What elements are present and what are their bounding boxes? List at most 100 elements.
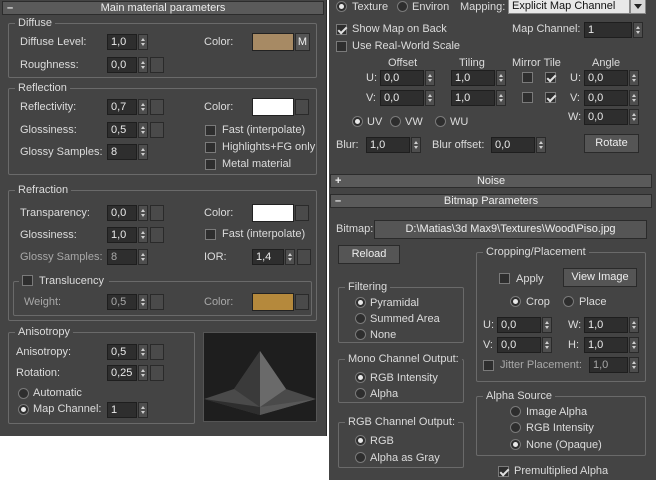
bitmap-path-button[interactable]: D:\Matias\3d Max9\Textures\Wood\Piso.jpg xyxy=(374,220,647,239)
u-tiling-input[interactable]: 1,0 xyxy=(451,70,495,86)
v-tile-checkbox[interactable] xyxy=(545,92,556,103)
ior-input[interactable]: 1,4 xyxy=(252,249,284,265)
automatic-radio[interactable] xyxy=(18,388,29,399)
refraction-glossiness-spinner[interactable] xyxy=(138,227,148,243)
refraction-samples-spinner[interactable] xyxy=(138,249,148,265)
v-angle-input[interactable]: 0,0 xyxy=(584,90,628,106)
reflectivity-map-button[interactable] xyxy=(150,99,164,115)
highlights-fg-checkbox[interactable] xyxy=(205,142,216,153)
translucency-color-map-button[interactable] xyxy=(295,294,309,310)
w-angle-spinner[interactable] xyxy=(629,109,639,125)
crop-v-input[interactable]: 0,0 xyxy=(497,337,541,353)
blur-input[interactable]: 1,0 xyxy=(366,137,410,153)
alpha-as-gray-radio[interactable] xyxy=(355,452,366,463)
bitmap-rollout-header[interactable]: – Bitmap Parameters xyxy=(330,194,652,208)
v-mirror-checkbox[interactable] xyxy=(522,92,533,103)
view-image-button[interactable]: View Image xyxy=(563,268,637,287)
summed-area-radio[interactable] xyxy=(355,313,366,324)
place-radio[interactable] xyxy=(563,296,574,307)
v-tiling-input[interactable]: 1,0 xyxy=(451,90,495,106)
jitter-input[interactable]: 1,0 xyxy=(589,357,628,373)
diffuse-color-swatch[interactable] xyxy=(252,33,294,51)
uv-radio[interactable] xyxy=(352,116,363,127)
real-world-scale-checkbox[interactable] xyxy=(336,41,347,52)
reflection-glossiness-map-button[interactable] xyxy=(150,122,164,138)
none-opaque-radio[interactable] xyxy=(510,439,521,450)
w-angle-input[interactable]: 0,0 xyxy=(584,109,628,125)
reflection-glossiness-spinner[interactable] xyxy=(138,122,148,138)
v-offset-input[interactable]: 0,0 xyxy=(380,90,424,106)
coords-map-channel-input[interactable]: 1 xyxy=(584,22,632,38)
reflectivity-spinner[interactable] xyxy=(138,99,148,115)
rotation-spinner[interactable] xyxy=(138,365,148,381)
ior-spinner[interactable] xyxy=(285,249,295,265)
v-angle-spinner[interactable] xyxy=(629,90,639,106)
rotation-input[interactable]: 0,25 xyxy=(107,365,137,381)
main-params-rollout-header[interactable]: – Main material parameters xyxy=(2,1,324,15)
crop-v-spinner[interactable] xyxy=(542,337,552,353)
reflection-color-map-button[interactable] xyxy=(295,99,309,115)
texture-radio[interactable] xyxy=(336,1,347,12)
show-map-on-back-checkbox[interactable] xyxy=(336,24,347,35)
translucency-checkbox[interactable] xyxy=(22,275,33,286)
rgb-output-radio[interactable] xyxy=(355,435,366,446)
crop-apply-checkbox[interactable] xyxy=(499,273,510,284)
aniso-map-channel-spinner[interactable] xyxy=(138,402,148,418)
ior-map-button[interactable] xyxy=(297,249,311,265)
reload-button[interactable]: Reload xyxy=(338,245,400,264)
refraction-glossiness-input[interactable]: 1,0 xyxy=(107,227,137,243)
crop-w-input[interactable]: 1,0 xyxy=(584,317,628,333)
anisotropy-input[interactable]: 0,5 xyxy=(107,344,137,360)
aniso-map-channel-input[interactable]: 1 xyxy=(107,402,137,418)
wu-radio[interactable] xyxy=(435,116,446,127)
u-offset-spinner[interactable] xyxy=(425,70,435,86)
mono-rgb-intensity-radio[interactable] xyxy=(355,372,366,383)
crop-radio[interactable] xyxy=(510,296,521,307)
u-offset-input[interactable]: 0,0 xyxy=(380,70,424,86)
refraction-fast-checkbox[interactable] xyxy=(205,229,216,240)
map-channel-radio[interactable] xyxy=(18,404,29,415)
crop-w-spinner[interactable] xyxy=(629,317,639,333)
crop-u-spinner[interactable] xyxy=(542,317,552,333)
rotation-map-button[interactable] xyxy=(150,365,164,381)
filter-none-radio[interactable] xyxy=(355,329,366,340)
refraction-color-map-button[interactable] xyxy=(295,205,309,221)
crop-h-input[interactable]: 1,0 xyxy=(584,337,628,353)
jitter-spinner[interactable] xyxy=(629,357,639,373)
refraction-color-swatch[interactable] xyxy=(252,204,294,222)
diffuse-level-input[interactable]: 1,0 xyxy=(107,34,137,50)
reflection-samples-input[interactable]: 8 xyxy=(107,144,137,160)
refraction-samples-input[interactable]: 8 xyxy=(107,249,137,265)
metal-material-checkbox[interactable] xyxy=(205,159,216,170)
mapping-dropdown[interactable]: Explicit Map Channel xyxy=(508,0,630,14)
weight-input[interactable]: 0,5 xyxy=(107,294,137,310)
u-angle-spinner[interactable] xyxy=(629,70,639,86)
u-angle-input[interactable]: 0,0 xyxy=(584,70,628,86)
reflection-samples-spinner[interactable] xyxy=(138,144,148,160)
weight-map-button[interactable] xyxy=(150,294,164,310)
reflection-color-swatch[interactable] xyxy=(252,98,294,116)
u-mirror-checkbox[interactable] xyxy=(522,72,533,83)
jitter-placement-checkbox[interactable] xyxy=(483,360,494,371)
image-alpha-radio[interactable] xyxy=(510,406,521,417)
refraction-glossiness-map-button[interactable] xyxy=(150,227,164,243)
crop-u-input[interactable]: 0,0 xyxy=(497,317,541,333)
v-tiling-spinner[interactable] xyxy=(496,90,506,106)
alpha-rgb-intensity-radio[interactable] xyxy=(510,422,521,433)
transparency-map-button[interactable] xyxy=(150,205,164,221)
premultiplied-alpha-checkbox[interactable] xyxy=(498,466,509,477)
anisotropy-map-button[interactable] xyxy=(150,344,164,360)
diffuse-map-button[interactable]: M xyxy=(295,33,310,51)
transparency-input[interactable]: 0,0 xyxy=(107,205,137,221)
fast-interpolate-checkbox[interactable] xyxy=(205,125,216,136)
rotate-button[interactable]: Rotate xyxy=(584,134,639,153)
environ-radio[interactable] xyxy=(397,1,408,12)
mapping-dropdown-arrow[interactable] xyxy=(630,0,646,14)
roughness-map-button[interactable] xyxy=(150,57,164,73)
v-offset-spinner[interactable] xyxy=(425,90,435,106)
transparency-spinner[interactable] xyxy=(138,205,148,221)
pyramidal-radio[interactable] xyxy=(355,297,366,308)
blur-spinner[interactable] xyxy=(411,137,421,153)
diffuse-level-spinner[interactable] xyxy=(138,34,148,50)
u-tiling-spinner[interactable] xyxy=(496,70,506,86)
